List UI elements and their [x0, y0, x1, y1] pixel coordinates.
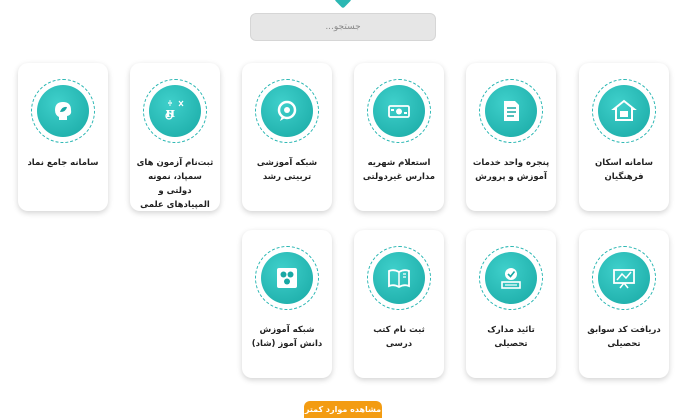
- icon-ring: [592, 79, 656, 143]
- search-input[interactable]: جستجو...: [250, 13, 436, 41]
- card-panjare-vahed[interactable]: پنجره واحد خدمات آموزش و پرورش: [466, 63, 556, 211]
- card-eskan-farhangian[interactable]: سامانه اسکان فرهنگیان: [579, 63, 669, 211]
- approved-certificate-icon: [501, 268, 521, 289]
- icon-ring: [592, 246, 656, 310]
- head-leaf-icon: [55, 102, 72, 120]
- icon-ring: [479, 79, 543, 143]
- house-icon: [611, 99, 637, 121]
- card-label: سامانه اسکان فرهنگیان: [595, 158, 653, 182]
- icon-ring: [255, 79, 319, 143]
- card-label: شبکه آموزش دانش آموز (شاد): [251, 325, 323, 349]
- money-icon: [388, 105, 410, 118]
- icon-ring: [367, 79, 431, 143]
- presentation-board-icon: [613, 269, 635, 289]
- icon-ring: π: [143, 79, 207, 143]
- card-label: تائید مدارک تحصیلی: [487, 325, 535, 349]
- document-icon: [504, 101, 519, 121]
- card-namad[interactable]: سامانه جامع نماد: [18, 63, 108, 211]
- location-pin-icon: [277, 100, 297, 121]
- card-label: استعلام شهریه مدارس غیردولتی: [362, 158, 436, 182]
- card-estelam-shahriye[interactable]: استعلام شهریه مدارس غیردولتی: [354, 63, 444, 211]
- show-less-button[interactable]: مشاهده موارد کمتر: [304, 401, 382, 418]
- icon-ring: [479, 246, 543, 310]
- card-code-savabegh[interactable]: دریافت کد سوابق تحصیلی: [579, 230, 669, 378]
- card-sampad-olympiad[interactable]: π ثبت‌نام آزمون های سمپاد، نمونه دولتی و…: [130, 63, 220, 211]
- card-label: ثبت‌نام آزمون های سمپاد، نمونه دولتی و ا…: [136, 158, 214, 210]
- icon-ring: [255, 246, 319, 310]
- collapse-arrow-indicator: [334, 0, 352, 9]
- pi-science-icon: π: [165, 100, 184, 121]
- card-label: سامانه جامع نماد: [27, 158, 99, 168]
- icon-ring: [31, 79, 95, 143]
- shad-logo-icon: [277, 268, 297, 288]
- card-label: پنجره واحد خدمات آموزش و پرورش: [472, 158, 550, 182]
- card-taeed-madarek[interactable]: تائید مدارک تحصیلی: [466, 230, 556, 378]
- card-label: دریافت کد سوابق تحصیلی: [587, 325, 661, 349]
- search-placeholder: جستجو...: [325, 22, 361, 32]
- card-sabtenam-kotob[interactable]: ثبت نام کتب درسی: [354, 230, 444, 378]
- card-roshd[interactable]: شبکه آموزشی تربیتی رشد: [242, 63, 332, 211]
- card-label: شبکه آموزشی تربیتی رشد: [256, 158, 318, 182]
- open-book-icon: [388, 269, 410, 289]
- card-shad[interactable]: شبکه آموزش دانش آموز (شاد): [242, 230, 332, 378]
- icon-ring: [367, 246, 431, 310]
- card-label: ثبت نام کتب درسی: [373, 325, 425, 349]
